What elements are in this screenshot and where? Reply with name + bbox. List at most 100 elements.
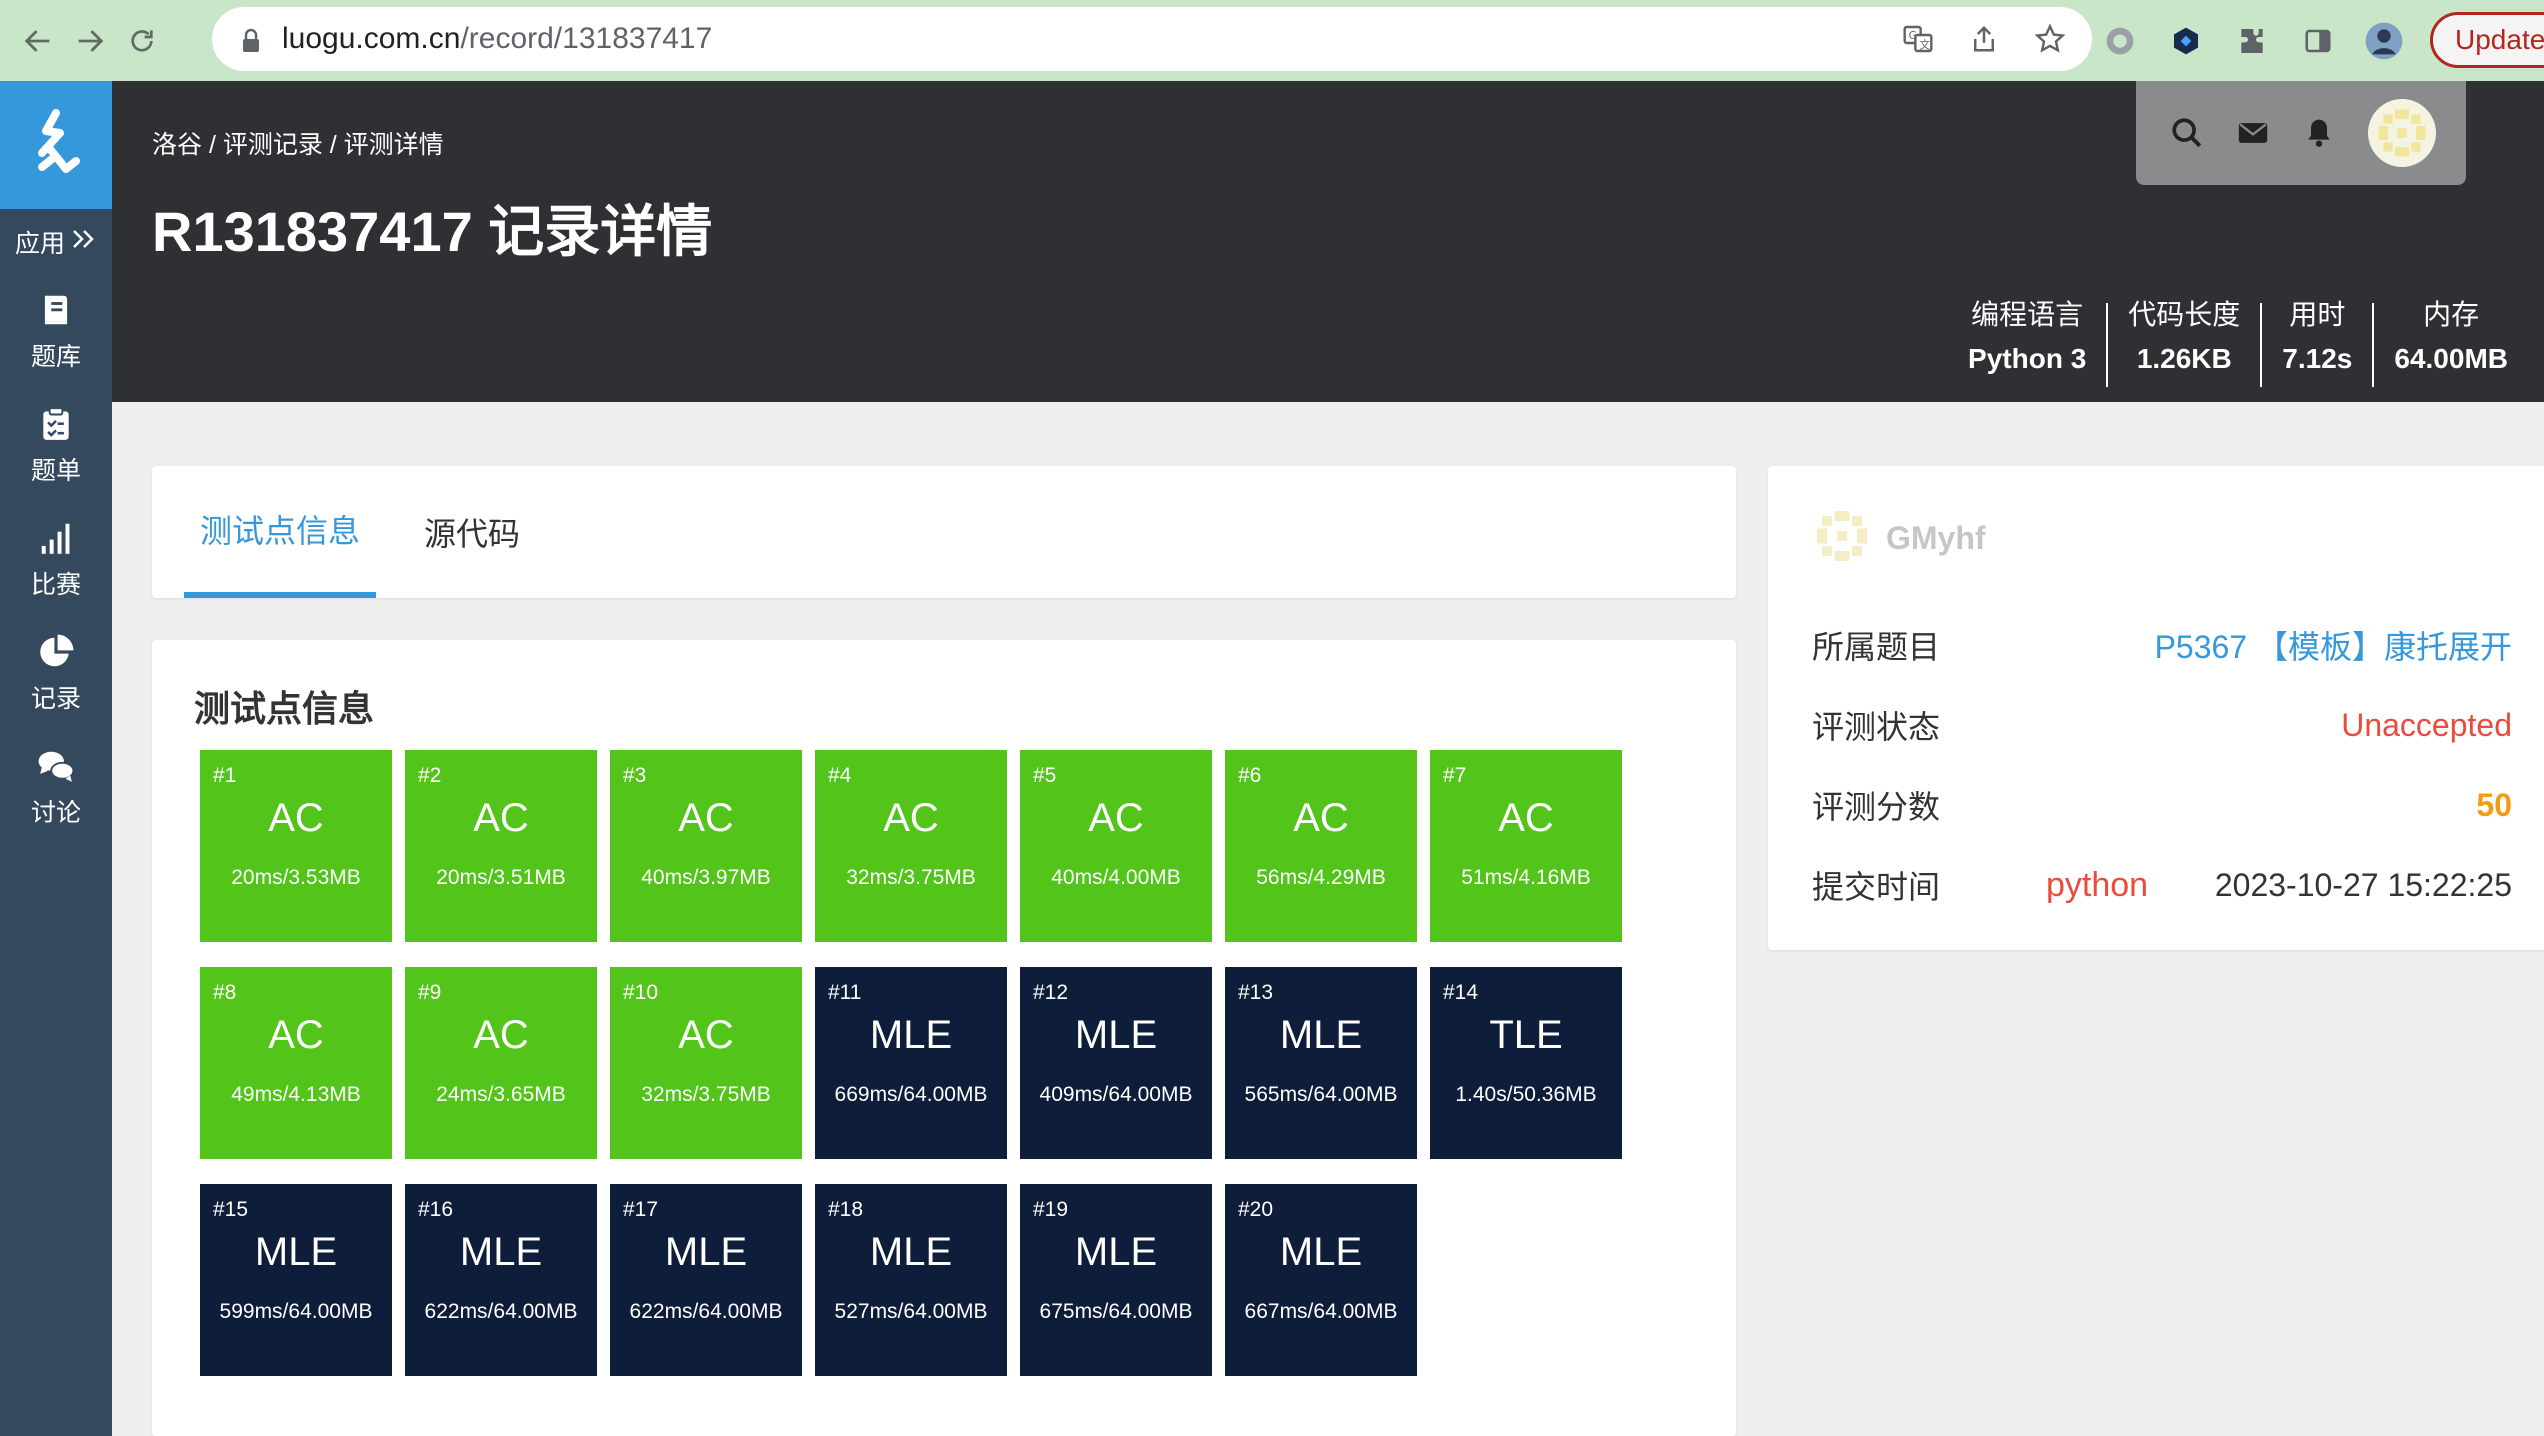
testcase-detail: 599ms/64.00MB	[219, 1300, 373, 1323]
lock-icon[interactable]	[238, 24, 264, 54]
testcase-16[interactable]: #16 MLE 622ms/64.00MB	[405, 1184, 597, 1376]
reload-icon[interactable]	[116, 15, 168, 67]
sidebar-item-label: 题库	[30, 343, 81, 371]
mail-icon[interactable]	[2236, 116, 2270, 150]
sidebar-item-records[interactable]: 记录	[0, 617, 112, 731]
sidebar-item-discuss[interactable]: 讨论	[0, 731, 112, 845]
info-problem-row: 所属题目 P5367 【模板】康托展开	[1812, 620, 2512, 670]
tab-testcases[interactable]: 测试点信息	[184, 466, 376, 598]
testcase-8[interactable]: #8 AC 49ms/4.13MB	[200, 967, 392, 1159]
testcase-19[interactable]: #19 MLE 675ms/64.00MB	[1020, 1184, 1212, 1376]
sidebar-item-contests[interactable]: 比赛	[0, 503, 112, 617]
url-text[interactable]: luogu.com.cn/record/131837417	[282, 22, 712, 56]
svg-text:G: G	[1909, 29, 1917, 42]
testcase-status: AC	[473, 796, 529, 840]
testcase-number: #1	[213, 764, 237, 787]
sidebar-item-label: 比赛	[30, 571, 81, 599]
username[interactable]: GMyhf	[1886, 520, 1986, 557]
testcase-15[interactable]: #15 MLE 599ms/64.00MB	[200, 1184, 392, 1376]
sidebar-item-label: 记录	[30, 685, 81, 713]
testcase-status: AC	[1088, 796, 1144, 840]
search-icon[interactable]	[2170, 116, 2204, 150]
testcase-4[interactable]: #4 AC 32ms/3.75MB	[815, 750, 1007, 942]
testcase-7[interactable]: #7 AC 51ms/4.16MB	[1430, 750, 1622, 942]
testcase-20[interactable]: #20 MLE 667ms/64.00MB	[1225, 1184, 1417, 1376]
tab-source-code[interactable]: 源代码	[424, 466, 520, 598]
testcase-number: #18	[828, 1198, 864, 1221]
translate-icon[interactable]: G文	[1902, 23, 1934, 55]
testcase-detail: 527ms/64.00MB	[834, 1300, 988, 1323]
testcase-18[interactable]: #18 MLE 527ms/64.00MB	[815, 1184, 1007, 1376]
testcase-10[interactable]: #10 AC 32ms/3.75MB	[610, 967, 802, 1159]
testcase-detail: 51ms/4.16MB	[1461, 866, 1591, 889]
testcase-17[interactable]: #17 MLE 622ms/64.00MB	[610, 1184, 802, 1376]
testcases-title: 测试点信息	[194, 688, 375, 729]
testcase-11[interactable]: #11 MLE 669ms/64.00MB	[815, 967, 1007, 1159]
bell-icon[interactable]	[2302, 116, 2336, 150]
testcase-detail: 669ms/64.00MB	[834, 1083, 988, 1106]
testcase-status: MLE	[869, 1013, 953, 1057]
sidebar-item-problems[interactable]: 题库	[0, 275, 112, 389]
apps-label: 应用	[14, 230, 65, 258]
puzzle-icon[interactable]	[2232, 21, 2272, 61]
info-label: 所属题目	[1812, 629, 1941, 665]
bookmark-star-icon[interactable]	[2034, 23, 2066, 55]
testcase-status: AC	[268, 796, 324, 840]
testcase-detail: 667ms/64.00MB	[1244, 1300, 1398, 1323]
testcase-3[interactable]: #3 AC 40ms/3.97MB	[610, 750, 802, 942]
url-path: /record/131837417	[460, 22, 713, 55]
user-avatar-icon	[1812, 506, 1872, 571]
stat-value: 7.12s	[2282, 343, 2353, 374]
share-icon[interactable]	[1968, 23, 2000, 55]
testcase-status: AC	[678, 796, 734, 840]
testcase-9[interactable]: #9 AC 24ms/3.65MB	[405, 967, 597, 1159]
avatar[interactable]	[2368, 99, 2436, 167]
tabs-card: 测试点信息 源代码	[152, 466, 1736, 598]
forward-icon[interactable]	[64, 15, 116, 67]
sidebar-item-training[interactable]: 题单	[0, 389, 112, 503]
sidebar-item-label: 题单	[30, 457, 81, 485]
extension-circle-icon[interactable]	[2100, 21, 2140, 61]
stat-time: 用时 7.12s	[2260, 299, 2372, 387]
clipboard-icon	[43, 407, 69, 440]
logo-icon	[38, 109, 80, 173]
testcase-detail: 565ms/64.00MB	[1244, 1083, 1398, 1106]
testcase-status: MLE	[1074, 1230, 1158, 1274]
side-panel-icon[interactable]	[2298, 21, 2338, 61]
testcase-detail: 24ms/3.65MB	[436, 1083, 566, 1106]
testcase-status: MLE	[459, 1230, 543, 1274]
testcase-number: #13	[1238, 981, 1274, 1004]
info-label: 提交时间	[1812, 869, 1941, 905]
testcase-number: #17	[623, 1198, 659, 1221]
testcase-13[interactable]: #13 MLE 565ms/64.00MB	[1225, 967, 1417, 1159]
back-icon[interactable]	[12, 15, 64, 67]
testcase-14[interactable]: #14 TLE 1.40s/50.36MB	[1430, 967, 1622, 1159]
testcase-number: #16	[418, 1198, 454, 1221]
testcase-status: MLE	[254, 1230, 338, 1274]
extension-shield-icon[interactable]	[2166, 21, 2206, 61]
testcase-6[interactable]: #6 AC 56ms/4.29MB	[1225, 750, 1417, 942]
testcase-number: #9	[418, 981, 442, 1004]
testcase-5[interactable]: #5 AC 40ms/4.00MB	[1020, 750, 1212, 942]
problem-link[interactable]: P5367 【模板】康托展开	[2155, 622, 2512, 668]
testcase-1[interactable]: #1 AC 20ms/3.53MB	[200, 750, 392, 942]
stat-code-length: 代码长度 1.26KB	[2106, 299, 2260, 387]
update-label: Update	[2455, 24, 2544, 55]
submitter[interactable]: GMyhf	[1812, 506, 1986, 571]
page-header: 洛谷 / 评测记录 / 评测详情 R131837417 记录详情 编程语言 Py…	[112, 81, 2544, 402]
testcase-detail: 20ms/3.51MB	[436, 866, 566, 889]
testcase-2[interactable]: #2 AC 20ms/3.51MB	[405, 750, 597, 942]
testcase-12[interactable]: #12 MLE 409ms/64.00MB	[1020, 967, 1212, 1159]
stat-value: 1.26KB	[2136, 343, 2232, 374]
apps-menu[interactable]: 应用	[0, 209, 112, 275]
testcases-card: 测试点信息 #1 AC 20ms/3.53MB #2 AC 20ms/3.51MB #3 AC…	[152, 640, 1736, 1436]
luogu-logo[interactable]	[0, 81, 112, 209]
signal-bars-icon	[41, 523, 70, 554]
info-label: 评测分数	[1812, 789, 1941, 825]
page-title: R131837417 记录详情	[152, 200, 713, 263]
testcase-status: AC	[1498, 796, 1554, 840]
address-bar[interactable]: luogu.com.cn/record/131837417 G文	[212, 7, 2092, 71]
breadcrumb[interactable]: 洛谷 / 评测记录 / 评测详情	[152, 125, 444, 161]
profile-avatar-icon[interactable]	[2364, 21, 2404, 61]
update-button[interactable]: Update	[2430, 12, 2544, 68]
